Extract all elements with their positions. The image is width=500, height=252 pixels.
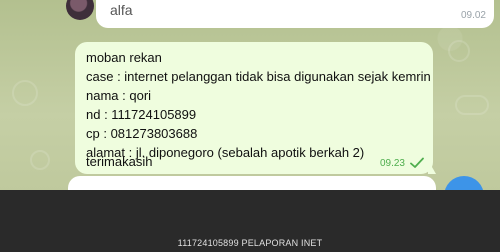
bubble-tail <box>428 160 436 174</box>
outgoing-message-bubble[interactable]: moban rekan case : internet pelanggan ti… <box>75 42 433 174</box>
message-time: 09.23 <box>379 158 405 169</box>
check-icon <box>410 157 424 168</box>
wallpaper-doodle <box>30 150 50 170</box>
notification-caption: 111724105899 PELAPORAN INET <box>177 238 323 248</box>
message-line: nama : qori <box>86 88 152 103</box>
wallpaper-doodle <box>448 40 470 62</box>
previous-message-bubble[interactable]: alfa 09.02 <box>96 0 494 28</box>
message-line: nd : 111724105899 <box>86 107 197 122</box>
message-line: moban rekan <box>86 50 162 65</box>
previous-message-sender: alfa <box>110 2 133 18</box>
message-line: case : internet pelanggan tidak bisa dig… <box>86 69 431 84</box>
message-line: terimakasih <box>86 154 153 169</box>
message-line: cp : 081273803688 <box>86 126 198 141</box>
previous-message-time: 09.02 <box>460 10 486 21</box>
wallpaper-doodle <box>12 80 38 106</box>
wallpaper-doodle <box>455 95 489 115</box>
